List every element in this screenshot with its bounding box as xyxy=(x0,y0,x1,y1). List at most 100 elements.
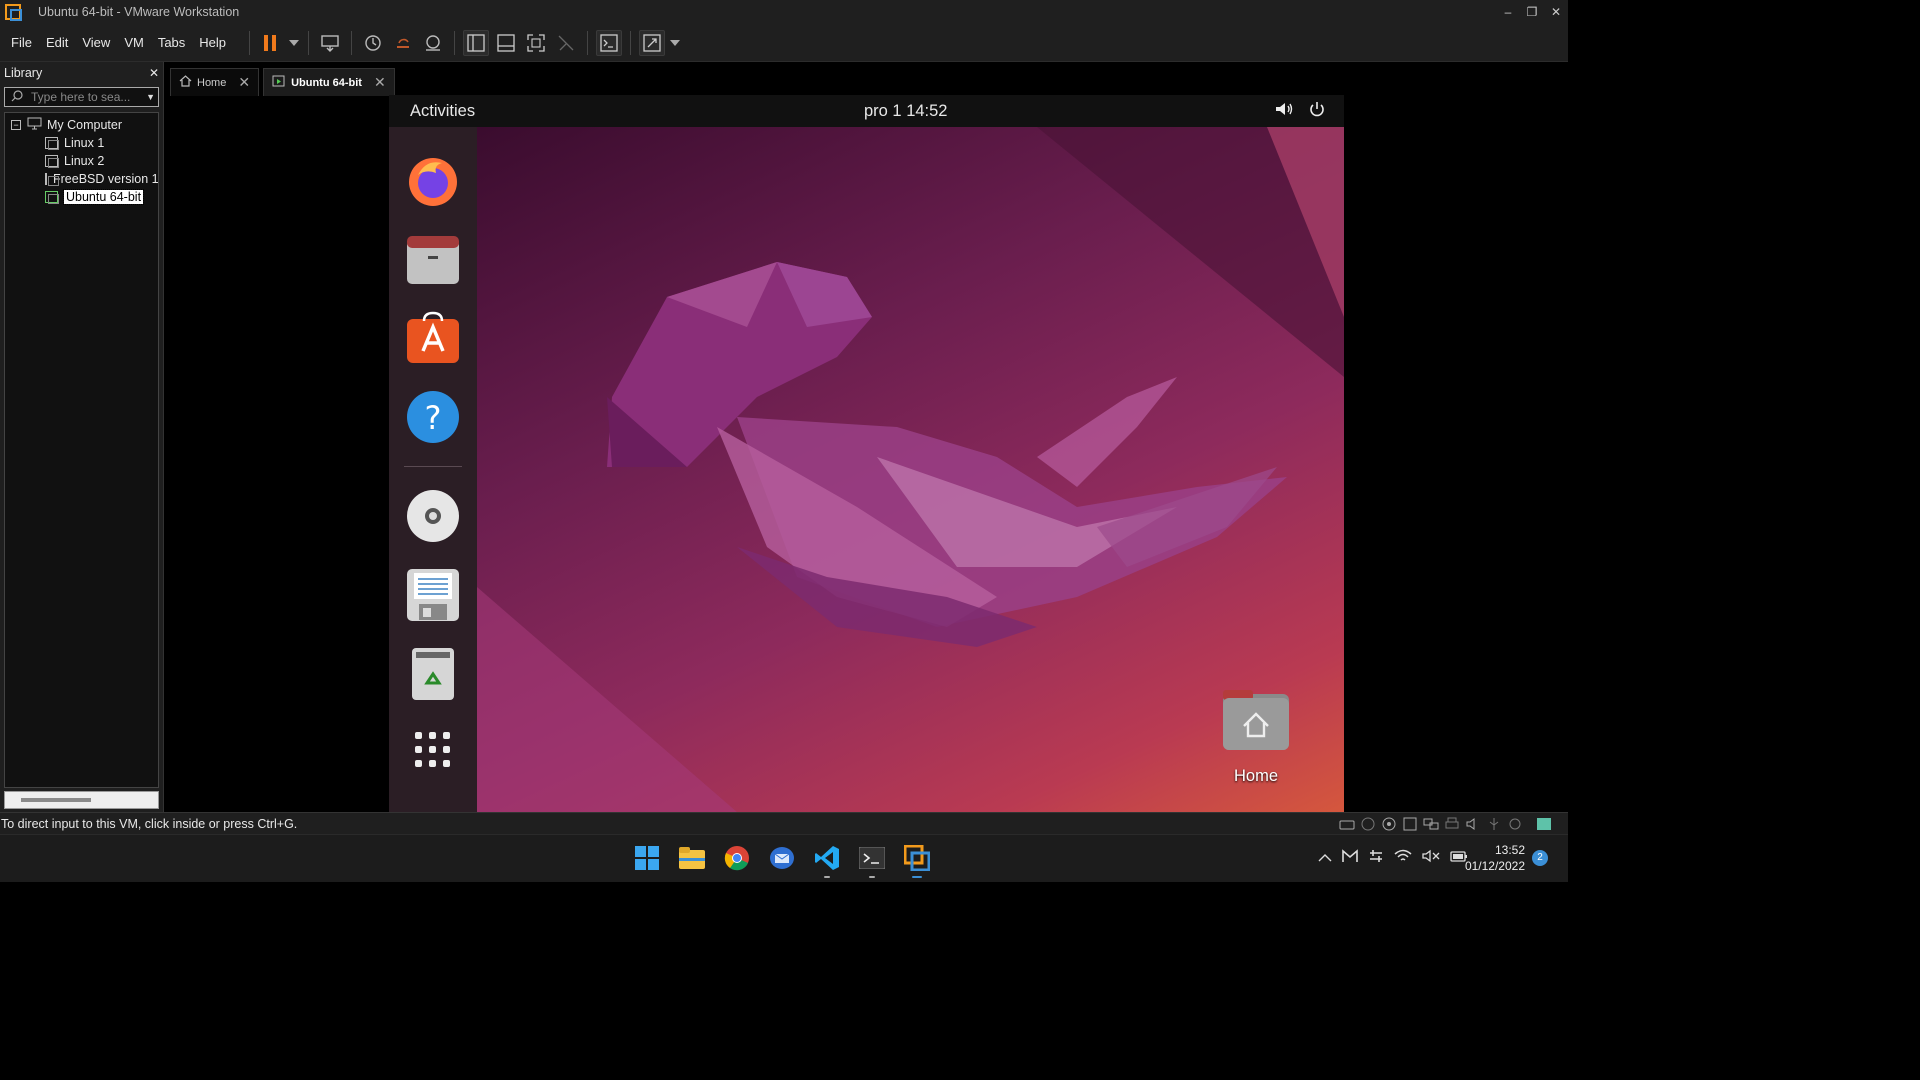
menu-edit[interactable]: Edit xyxy=(46,35,68,50)
unity-mode-icon[interactable] xyxy=(553,30,579,56)
tree-label: Linux 2 xyxy=(64,154,105,168)
library-panel: Library ✕ Type here to sea... ▼ − My Com… xyxy=(0,62,163,812)
minimize-button[interactable]: – xyxy=(1496,0,1520,24)
console-view-icon[interactable] xyxy=(596,29,623,56)
running-indicator xyxy=(824,876,830,878)
message-log-icon[interactable] xyxy=(1536,817,1552,831)
tab-home[interactable]: Home ✕ xyxy=(170,68,260,96)
usb-icon[interactable] xyxy=(1486,817,1502,831)
network-adapter-icon[interactable] xyxy=(1423,817,1439,831)
full-screen-icon[interactable] xyxy=(523,30,549,56)
toolbar-separator xyxy=(454,30,456,55)
vscode-icon[interactable] xyxy=(813,843,841,878)
notification-badge[interactable]: 2 xyxy=(1532,850,1548,866)
gmail-tray-icon[interactable] xyxy=(1342,849,1358,868)
tab-ubuntu[interactable]: Ubuntu 64-bit ✕ xyxy=(263,68,395,96)
tree-node-my-computer[interactable]: − My Computer xyxy=(5,116,158,134)
tab-label: Ubuntu 64-bit xyxy=(291,76,362,89)
send-ctrl-alt-del-icon[interactable] xyxy=(317,30,343,56)
stretch-guest-icon[interactable] xyxy=(639,29,666,56)
sound-card-icon[interactable] xyxy=(1465,817,1481,831)
power-icon[interactable] xyxy=(1308,100,1326,123)
dock-separator xyxy=(404,466,462,467)
scrollbar-thumb[interactable] xyxy=(21,798,91,802)
desktop-wallpaper[interactable]: Home xyxy=(477,127,1344,812)
close-button[interactable]: ✕ xyxy=(1544,0,1568,24)
menu-vm[interactable]: VM xyxy=(124,35,144,50)
restore-button[interactable]: ❐ xyxy=(1520,0,1544,24)
hard-disk-icon[interactable] xyxy=(1339,817,1355,831)
snapshot-icon[interactable] xyxy=(360,30,386,56)
menu-tabs[interactable]: Tabs xyxy=(158,35,185,50)
guest-screen[interactable]: Activities pro 1 14:52 ? Home xyxy=(389,95,1344,812)
taskbar-date: 01/12/2022 xyxy=(1464,859,1525,873)
toolbar-separator xyxy=(587,30,589,55)
library-search-input[interactable]: Type here to sea... ▼ xyxy=(4,87,159,107)
vm-icon xyxy=(45,137,59,150)
tree-label: Linux 1 xyxy=(64,136,105,150)
cd-dvd-icon[interactable] xyxy=(1360,817,1376,831)
tab-close-button[interactable]: ✕ xyxy=(374,74,386,91)
power-dropdown-icon[interactable] xyxy=(288,30,300,56)
toolbar-separator xyxy=(351,30,353,55)
pause-icon[interactable] xyxy=(258,30,284,56)
tree-node-vm[interactable]: Linux 2 xyxy=(5,152,158,170)
cdrom-icon[interactable] xyxy=(406,489,460,543)
collapse-icon[interactable]: − xyxy=(11,120,21,130)
cd-dvd-2-icon[interactable] xyxy=(1381,817,1397,831)
status-message: To direct input to this VM, click inside… xyxy=(1,816,298,831)
floppy-status-icon[interactable] xyxy=(1402,817,1418,831)
stretch-dropdown-icon[interactable] xyxy=(669,30,681,56)
tab-close-button[interactable]: ✕ xyxy=(238,74,250,91)
vmware-app-icon[interactable] xyxy=(5,4,22,21)
mail-app-icon[interactable] xyxy=(768,843,796,873)
thumbnail-bar-icon[interactable] xyxy=(493,30,519,56)
firefox-icon[interactable] xyxy=(406,153,460,207)
windows-taskbar: 13:52 01/12/2022 2 xyxy=(0,834,1568,882)
wifi-icon[interactable] xyxy=(1394,849,1412,868)
software-icon[interactable] xyxy=(406,311,460,365)
library-close-button[interactable]: ✕ xyxy=(149,66,159,80)
vm-icon xyxy=(45,155,59,168)
chevron-up-icon[interactable] xyxy=(1318,850,1332,868)
svg-text:?: ? xyxy=(425,399,442,437)
app-grid-icon[interactable] xyxy=(412,729,466,783)
menu-file[interactable]: File xyxy=(11,35,32,50)
snapshot-manager-icon[interactable] xyxy=(420,30,446,56)
trash-icon[interactable] xyxy=(406,647,460,701)
show-library-icon[interactable] xyxy=(463,29,490,56)
vmware-taskbar-icon[interactable] xyxy=(903,843,931,878)
file-explorer-icon[interactable] xyxy=(678,843,706,873)
volume-icon[interactable] xyxy=(1274,100,1294,123)
gnome-clock[interactable]: pro 1 14:52 xyxy=(864,102,947,121)
menu-help[interactable]: Help xyxy=(199,35,226,50)
library-horizontal-scrollbar[interactable] xyxy=(4,791,159,809)
menu-view[interactable]: View xyxy=(82,35,110,50)
activities-button[interactable]: Activities xyxy=(410,102,475,121)
display-icon[interactable] xyxy=(1507,817,1523,831)
tree-node-vm-selected[interactable]: Ubuntu 64-bit xyxy=(5,188,158,206)
printer-icon[interactable] xyxy=(1444,817,1460,831)
vpn-tray-icon[interactable] xyxy=(1368,849,1384,868)
toolbar xyxy=(243,29,683,56)
revert-snapshot-icon[interactable] xyxy=(390,30,416,56)
tree-label: My Computer xyxy=(47,118,123,132)
library-tree: − My Computer Linux 1 Linux 2 FreeBSD ve… xyxy=(4,112,159,788)
toolbar-separator xyxy=(249,30,251,55)
tree-node-vm[interactable]: FreeBSD version 1 xyxy=(5,170,158,188)
help-icon[interactable]: ? xyxy=(406,390,460,444)
speaker-muted-icon[interactable] xyxy=(1422,849,1440,868)
terminal-icon[interactable] xyxy=(858,843,886,878)
chrome-icon[interactable] xyxy=(723,843,751,873)
start-button-icon[interactable] xyxy=(633,843,661,873)
files-icon[interactable] xyxy=(406,232,460,286)
desktop-home-folder[interactable]: Home xyxy=(1222,690,1290,786)
device-status-icons xyxy=(1339,817,1552,831)
floppy-icon[interactable] xyxy=(406,568,460,622)
search-dropdown-icon[interactable]: ▼ xyxy=(146,92,155,102)
vm-running-icon xyxy=(272,75,286,90)
taskbar-clock[interactable]: 13:52 01/12/2022 xyxy=(1465,842,1525,874)
library-search-placeholder: Type here to sea... xyxy=(31,90,131,104)
tree-node-vm[interactable]: Linux 1 xyxy=(5,134,158,152)
vm-icon xyxy=(45,173,59,186)
